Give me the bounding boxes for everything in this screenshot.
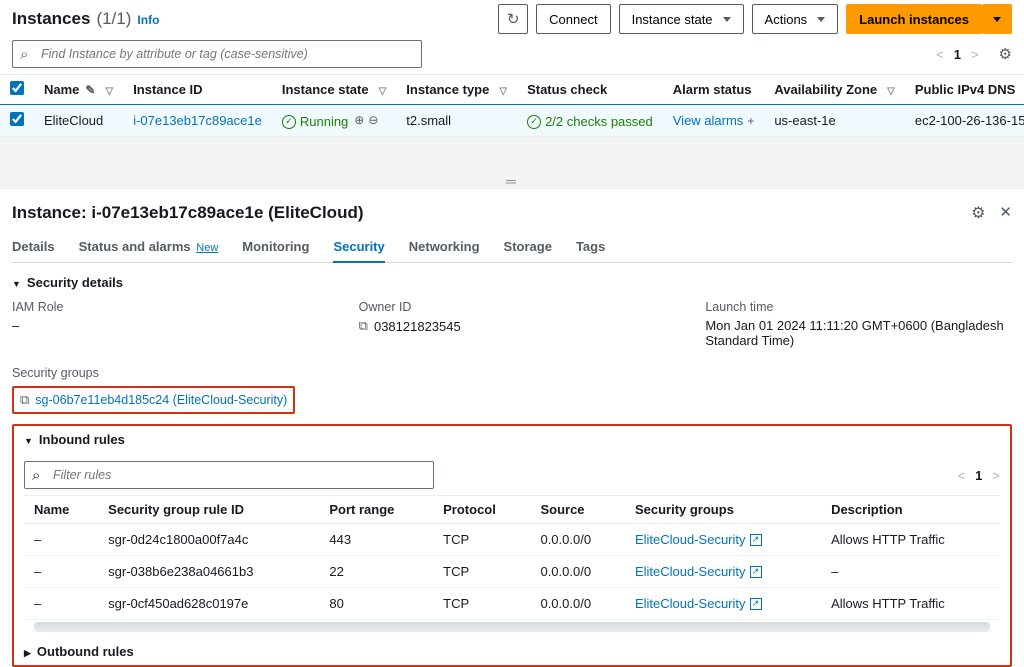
- launch-instances-dropdown[interactable]: [982, 4, 1012, 34]
- rule-col-id[interactable]: Security group rule ID: [98, 496, 319, 524]
- zoom-out-icon[interactable]: ⊖: [368, 113, 378, 127]
- rule-row: – sgr-0d24c1800a00f7a4c 443 TCP 0.0.0.0/…: [24, 524, 1000, 556]
- rule-row: – sgr-038b6e238a04661b3 22 TCP 0.0.0.0/0…: [24, 556, 1000, 588]
- cell-dns: ec2-100-26-136-156.co...: [905, 105, 1024, 137]
- copy-icon[interactable]: [20, 392, 29, 408]
- instance-state-button[interactable]: Instance state: [619, 4, 744, 34]
- chevron-down-icon: [24, 432, 33, 447]
- search-icon: [20, 46, 28, 63]
- filter-rules-input[interactable]: [24, 461, 434, 489]
- col-az[interactable]: Availability Zone: [774, 82, 877, 97]
- rule-col-source[interactable]: Source: [530, 496, 624, 524]
- launch-time-label: Launch time: [705, 300, 1012, 314]
- instance-count: (1/1): [96, 9, 131, 29]
- owner-id-label: Owner ID: [359, 300, 666, 314]
- pager-current: 1: [954, 47, 961, 62]
- cell-type: t2.small: [396, 105, 517, 137]
- sg-link[interactable]: EliteCloud-Security: [635, 564, 762, 579]
- rule-col-sg[interactable]: Security groups: [625, 496, 821, 524]
- inbound-rules-table: Name Security group rule ID Port range P…: [24, 495, 1000, 620]
- inbound-rules-header[interactable]: Inbound rules: [24, 432, 1000, 455]
- rules-pager-current: 1: [975, 468, 982, 483]
- col-name[interactable]: Name: [44, 82, 79, 97]
- table-settings-icon[interactable]: [999, 45, 1012, 63]
- select-all-checkbox[interactable]: [10, 81, 24, 95]
- rules-highlight: Inbound rules < 1 > Name Secur: [12, 424, 1012, 667]
- drag-handle-icon[interactable]: ═: [506, 173, 518, 189]
- iam-role-value: –: [12, 318, 319, 333]
- launch-time-value: Mon Jan 01 2024 11:11:20 GMT+0600 (Bangl…: [705, 318, 1012, 348]
- add-alarm-icon[interactable]: [743, 113, 754, 128]
- page-title: Instances: [12, 9, 90, 29]
- col-status-check[interactable]: Status check: [527, 82, 607, 97]
- search-icon: [32, 467, 40, 484]
- cell-alarm[interactable]: View alarms: [673, 113, 744, 128]
- tab-monitoring[interactable]: Monitoring: [242, 233, 309, 262]
- col-instance-state[interactable]: Instance state: [282, 82, 369, 97]
- launch-instances-button[interactable]: Launch instances: [846, 4, 982, 34]
- outbound-rules-header[interactable]: Outbound rules: [24, 632, 1000, 661]
- rule-col-desc[interactable]: Description: [821, 496, 1000, 524]
- copy-icon[interactable]: [359, 318, 368, 334]
- pager-next[interactable]: >: [971, 47, 979, 62]
- cell-az: us-east-1e: [764, 105, 905, 137]
- chevron-down-icon: [12, 275, 21, 290]
- actions-button[interactable]: Actions: [752, 4, 839, 34]
- zoom-in-icon[interactable]: ⊕: [354, 113, 364, 127]
- cell-name: EliteCloud: [34, 105, 123, 137]
- tab-security[interactable]: Security: [333, 233, 384, 262]
- close-icon[interactable]: [999, 203, 1012, 223]
- pager-prev[interactable]: <: [936, 47, 944, 62]
- detail-title: Instance: i-07e13eb17c89ace1e (EliteClou…: [12, 203, 364, 223]
- gear-icon[interactable]: [971, 203, 985, 223]
- col-alarm-status[interactable]: Alarm status: [673, 82, 752, 97]
- security-groups-label: Security groups: [12, 366, 1012, 380]
- tab-networking[interactable]: Networking: [409, 233, 480, 262]
- sg-link[interactable]: EliteCloud-Security: [635, 596, 762, 611]
- col-instance-type[interactable]: Instance type: [406, 82, 489, 97]
- rules-pager-prev[interactable]: <: [958, 468, 966, 483]
- iam-role-label: IAM Role: [12, 300, 319, 314]
- col-instance-id[interactable]: Instance ID: [133, 82, 202, 97]
- empty-area: ═: [0, 137, 1024, 189]
- search-input[interactable]: [12, 40, 422, 68]
- row-checkbox[interactable]: [10, 112, 24, 126]
- connect-button[interactable]: Connect: [536, 4, 610, 34]
- rule-col-port[interactable]: Port range: [319, 496, 433, 524]
- edit-icon[interactable]: [79, 82, 95, 97]
- cell-status-check: 2/2 checks passed: [527, 114, 653, 129]
- cell-instance-id[interactable]: i-07e13eb17c89ace1e: [133, 113, 262, 128]
- tab-status[interactable]: Status and alarms New: [79, 233, 219, 262]
- horizontal-scrollbar[interactable]: [34, 622, 990, 632]
- col-public-dns[interactable]: Public IPv4 DNS: [915, 82, 1015, 97]
- tab-tags[interactable]: Tags: [576, 233, 605, 262]
- refresh-button[interactable]: [498, 4, 528, 34]
- cell-state: Running: [282, 114, 348, 129]
- tab-storage[interactable]: Storage: [504, 233, 552, 262]
- info-link[interactable]: Info: [137, 13, 159, 27]
- owner-id-value: 038121823545: [374, 319, 461, 334]
- rule-row: – sgr-0cf450ad628c0197e 80 TCP 0.0.0.0/0…: [24, 588, 1000, 620]
- chevron-right-icon: [24, 644, 31, 659]
- tab-details[interactable]: Details: [12, 233, 55, 262]
- sg-link[interactable]: EliteCloud-Security: [635, 532, 762, 547]
- new-badge: New: [196, 242, 218, 254]
- security-group-highlight: sg-06b7e11eb4d185c24 (EliteCloud-Securit…: [12, 386, 295, 414]
- instances-table: Name Instance ID Instance state Instance…: [0, 75, 1024, 137]
- security-group-link[interactable]: sg-06b7e11eb4d185c24 (EliteCloud-Securit…: [35, 393, 287, 407]
- rule-col-name[interactable]: Name: [24, 496, 98, 524]
- security-details-header[interactable]: Security details: [12, 263, 1012, 298]
- rule-col-protocol[interactable]: Protocol: [433, 496, 530, 524]
- rules-pager-next[interactable]: >: [992, 468, 1000, 483]
- table-row[interactable]: EliteCloud i-07e13eb17c89ace1e Running ⊕ ⊖…: [0, 105, 1024, 137]
